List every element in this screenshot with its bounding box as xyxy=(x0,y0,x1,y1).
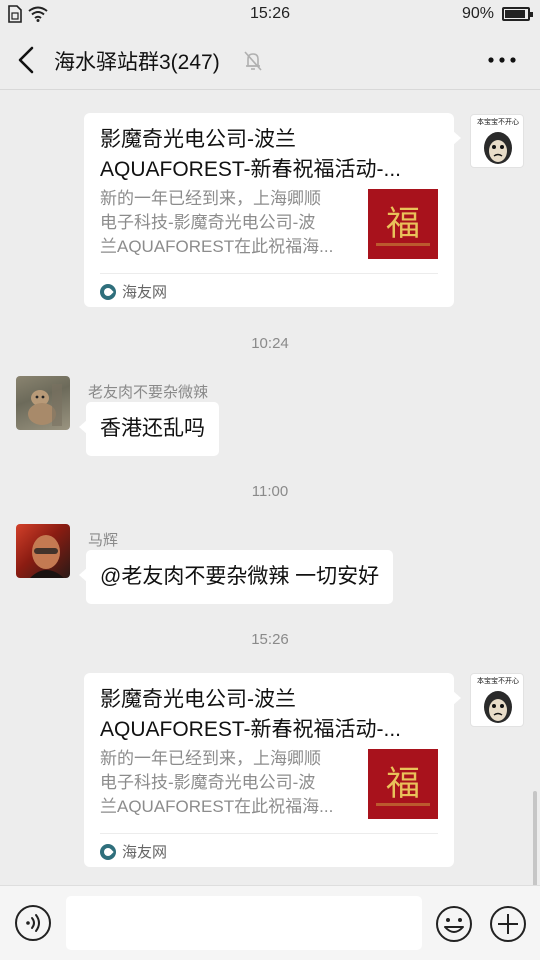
fu-blessing-image: 福 xyxy=(368,749,438,819)
sad-face-avatar-icon: 本宝宝不开心 xyxy=(477,676,519,723)
sad-face-avatar-icon: 本宝宝不开心 xyxy=(477,117,519,164)
sender-avatar[interactable] xyxy=(16,524,70,578)
sender-name: 老友肉不要杂微辣 xyxy=(88,384,209,401)
chat-header: 海水驿站群3(247) xyxy=(0,30,540,90)
chat-title: 海水驿站群3(247) xyxy=(54,51,220,74)
status-right-icons: 90% xyxy=(461,5,533,23)
voice-input-icon[interactable] xyxy=(14,904,52,942)
mute-bell-icon xyxy=(244,51,262,71)
svg-text:福: 福 xyxy=(386,764,420,804)
link-card[interactable]: 影魔奇光电公司-波兰 AQUAFOREST-新春祝福活动-... 新的一年已经到… xyxy=(84,673,461,867)
svg-text:本宝宝不开心: 本宝宝不开心 xyxy=(477,676,519,685)
back-arrow-icon[interactable] xyxy=(10,42,46,78)
timestamp: 11:00 xyxy=(251,483,289,500)
svg-text:福: 福 xyxy=(386,204,420,244)
card-divider xyxy=(100,833,438,834)
link-card[interactable]: 影魔奇光电公司-波兰 AQUAFOREST-新春祝福活动-... 新的一年已经到… xyxy=(84,113,461,307)
card-title: 影魔奇光电公司-波兰 AQUAFOREST-新春祝福活动-... xyxy=(100,128,402,181)
svg-text:本宝宝不开心: 本宝宝不开心 xyxy=(477,117,519,126)
card-source: 海友网 xyxy=(100,841,167,862)
source-logo-icon xyxy=(100,843,116,860)
card-thumbnail: 福 xyxy=(368,189,438,259)
man-photo-avatar xyxy=(30,535,64,578)
card-description: 新的一年已经到来，上海卿顺 电子科技-影魔奇光电公司-波 兰AQUAFOREST… xyxy=(100,749,334,816)
emoji-icon[interactable] xyxy=(434,904,474,944)
card-thumbnail: 福 xyxy=(368,749,438,819)
card-divider xyxy=(100,273,438,274)
plus-icon[interactable] xyxy=(488,904,528,944)
card-description: 新的一年已经到来，上海卿顺 电子科技-影魔奇光电公司-波 兰AQUAFOREST… xyxy=(100,189,334,256)
more-options-icon[interactable] xyxy=(484,44,520,76)
timestamp: 15:26 xyxy=(251,631,289,648)
card-source: 海友网 xyxy=(100,281,167,302)
status-time: 15:26 xyxy=(249,5,291,22)
card-title: 影魔奇光电公司-波兰 AQUAFOREST-新春祝福活动-... xyxy=(100,688,402,741)
timestamp: 10:24 xyxy=(251,335,289,352)
battery-icon xyxy=(502,7,533,21)
source-logo-icon xyxy=(100,283,116,300)
card-source-label: 海友网 xyxy=(122,284,168,301)
input-bar xyxy=(0,885,540,960)
message-bubble[interactable]: @老友肉不要杂微辣 一切安好 xyxy=(78,550,394,604)
sender-avatar[interactable] xyxy=(16,376,70,430)
card-source-label: 海友网 xyxy=(122,844,168,861)
fu-blessing-image: 福 xyxy=(368,189,438,259)
message-input[interactable] xyxy=(66,896,422,950)
message-bubble[interactable]: 香港还乱吗 xyxy=(79,402,219,456)
dog-photo-avatar xyxy=(28,384,62,426)
sender-name: 马辉 xyxy=(88,532,119,549)
self-avatar[interactable]: 本宝宝不开心 xyxy=(470,114,524,168)
self-avatar[interactable]: 本宝宝不开心 xyxy=(470,673,524,727)
chat-message-list[interactable]: 本宝宝不开心 影魔奇光电公司-波兰 AQUAFOREST-新春祝福活动-... … xyxy=(0,91,540,960)
status-bar: 15:26 90% xyxy=(0,0,540,30)
battery-percent: 90% xyxy=(461,5,494,22)
